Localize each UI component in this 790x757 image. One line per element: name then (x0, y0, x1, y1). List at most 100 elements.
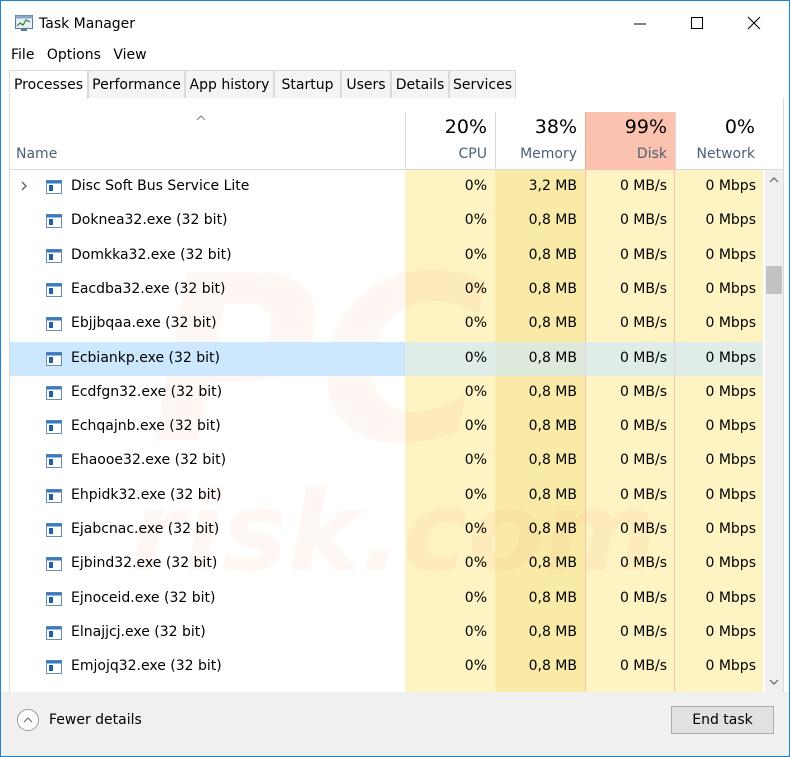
close-button[interactable] (735, 9, 775, 39)
process-disk: 0 MB/s (619, 280, 667, 297)
process-network: 0 Mbps (705, 349, 756, 366)
header-network[interactable]: 0% Network (675, 112, 763, 170)
process-row[interactable]: Doknea32.exe (32 bit) 0% 0,8 MB 0 MB/s 0 Mbp… (10, 204, 763, 238)
minimize-icon (634, 23, 646, 25)
process-cpu: 0% (464, 349, 487, 366)
process-row[interactable]: Ecbiankp.exe (32 bit) 0% 0,8 MB 0 MB/s 0 Mbp… (10, 341, 763, 376)
network-label: Network (696, 146, 755, 162)
process-icon (46, 454, 62, 469)
process-disk: 0 MB/s (619, 486, 667, 503)
scroll-up-icon[interactable] (769, 176, 779, 183)
maximize-button[interactable] (678, 9, 718, 39)
process-row[interactable]: Elnajjcj.exe (32 bit) 0% 0,8 MB 0 MB/s 0 Mbp… (10, 616, 763, 650)
process-row[interactable]: Ehaooe32.exe (32 bit) 0% 0,8 MB 0 MB/s 0 Mbp… (10, 444, 763, 478)
menu-file[interactable]: File (11, 47, 34, 63)
task-manager-window: Task Manager File Options View Processes… (0, 0, 790, 757)
vertical-scrollbar[interactable] (765, 170, 783, 692)
process-icon (46, 351, 62, 366)
memory-total: 38% (534, 116, 577, 138)
process-icon (46, 420, 62, 435)
memory-label: Memory (520, 146, 577, 162)
process-name: Doknea32.exe (32 bit) (71, 212, 228, 229)
disk-label: Disk (636, 146, 667, 162)
cpu-label: CPU (458, 146, 487, 162)
process-network: 0 Mbps (705, 623, 756, 640)
network-total: 0% (724, 116, 755, 138)
process-name: Ejnoceid.exe (32 bit) (71, 589, 216, 606)
process-cpu: 0% (464, 418, 487, 435)
process-cpu: 0% (464, 212, 487, 229)
task-manager-app-icon (15, 15, 33, 31)
process-row[interactable]: Ejabcnac.exe (32 bit) 0% 0,8 MB 0 MB/s 0 Mbp… (10, 513, 763, 547)
process-memory: 0,8 MB (528, 212, 577, 229)
process-row[interactable]: Echqajnb.exe (32 bit) 0% 0,8 MB 0 MB/s 0 Mbp… (10, 410, 763, 444)
tab-details[interactable]: Details (391, 70, 449, 98)
process-icon (46, 214, 62, 229)
tab-startup[interactable]: Startup (274, 70, 341, 98)
process-disk: 0 MB/s (619, 178, 667, 194)
process-memory: 0,8 MB (528, 521, 577, 537)
fewer-details-label: Fewer details (49, 712, 142, 728)
process-cpu: 0% (464, 555, 487, 572)
process-network: 0 Mbps (705, 452, 756, 469)
process-cpu: 0% (464, 486, 487, 503)
process-memory: 0,8 MB (528, 589, 577, 606)
process-disk: 0 MB/s (619, 589, 667, 606)
process-disk: 0 MB/s (619, 246, 667, 263)
header-name[interactable]: Name (16, 146, 57, 162)
expand-chevron-icon[interactable] (20, 180, 28, 192)
process-disk: 0 MB/s (619, 521, 667, 537)
tab-users[interactable]: Users (341, 70, 391, 98)
process-memory: 0,8 MB (528, 555, 577, 572)
menu-options[interactable]: Options (47, 47, 101, 63)
header-disk[interactable]: 99% Disk (585, 112, 675, 170)
process-cpu: 0% (464, 521, 487, 537)
process-name: Ejabcnac.exe (32 bit) (71, 521, 220, 537)
process-network: 0 Mbps (705, 246, 756, 263)
process-cpu: 0% (464, 589, 487, 606)
menu-view[interactable]: View (113, 47, 146, 63)
processes-panel: PC risk.com Name 20% CPU 38% Memory 99% … (9, 98, 784, 692)
process-memory: 0,8 MB (528, 280, 577, 297)
process-memory: 0,8 MB (528, 623, 577, 640)
process-row[interactable]: Ehpidk32.exe (32 bit) 0% 0,8 MB 0 MB/s 0 Mbp… (10, 479, 763, 513)
process-network: 0 Mbps (705, 315, 756, 332)
minimize-button[interactable] (621, 9, 661, 39)
process-row[interactable]: Disc Soft Bus Service Lite 0% 3,2 MB 0 MB/s… (10, 170, 763, 204)
process-network: 0 Mbps (705, 486, 756, 503)
process-network: 0 Mbps (705, 555, 756, 572)
tab-performance[interactable]: Performance (88, 70, 185, 98)
process-disk: 0 MB/s (619, 315, 667, 332)
process-row[interactable]: Ebjjbqaa.exe (32 bit) 0% 0,8 MB 0 MB/s 0 Mbp… (10, 307, 763, 341)
header-memory[interactable]: 38% Memory (495, 112, 585, 170)
process-memory: 0,8 MB (528, 486, 577, 503)
process-row[interactable]: Emjojq32.exe (32 bit) 0% 0,8 MB 0 MB/s 0 Mbp… (10, 650, 763, 684)
process-row[interactable]: Domkka32.exe (32 bit) 0% 0,8 MB 0 MB/s 0 Mbp… (10, 239, 763, 273)
process-row[interactable]: Ejbind32.exe (32 bit) 0% 0,8 MB 0 MB/s 0 Mbp… (10, 547, 763, 581)
process-icon (46, 523, 62, 537)
header-cpu[interactable]: 20% CPU (405, 112, 495, 170)
process-cpu: 0% (464, 315, 487, 332)
tab-services[interactable]: Services (449, 70, 516, 98)
end-task-button[interactable]: End task (671, 706, 774, 734)
process-memory: 0,8 MB (528, 349, 577, 366)
process-icon (46, 557, 62, 572)
process-network: 0 Mbps (705, 589, 756, 606)
process-row[interactable]: Ejnoceid.exe (32 bit) 0% 0,8 MB 0 MB/s 0 Mbp… (10, 582, 763, 616)
process-cpu: 0% (464, 452, 487, 469)
scrollbar-thumb[interactable] (766, 266, 782, 294)
process-network: 0 Mbps (705, 280, 756, 297)
process-memory: 3,2 MB (528, 178, 577, 194)
process-disk: 0 MB/s (619, 418, 667, 435)
process-row[interactable]: Eacdba32.exe (32 bit) 0% 0,8 MB 0 MB/s 0 Mbp… (10, 273, 763, 307)
title-bar[interactable]: Task Manager (1, 1, 789, 45)
collapse-chevron-icon (17, 709, 39, 731)
process-memory: 0,8 MB (528, 452, 577, 469)
tab-strip: Processes Performance App history Startu… (9, 70, 784, 99)
tab-app-history[interactable]: App history (185, 70, 274, 98)
process-name: Elnajjcj.exe (32 bit) (71, 623, 206, 640)
process-cpu: 0% (464, 383, 487, 400)
tab-processes[interactable]: Processes (9, 70, 88, 99)
process-row[interactable]: Ecdfgn32.exe (32 bit) 0% 0,8 MB 0 MB/s 0 Mbp… (10, 376, 763, 410)
scroll-down-icon[interactable] (769, 679, 779, 686)
